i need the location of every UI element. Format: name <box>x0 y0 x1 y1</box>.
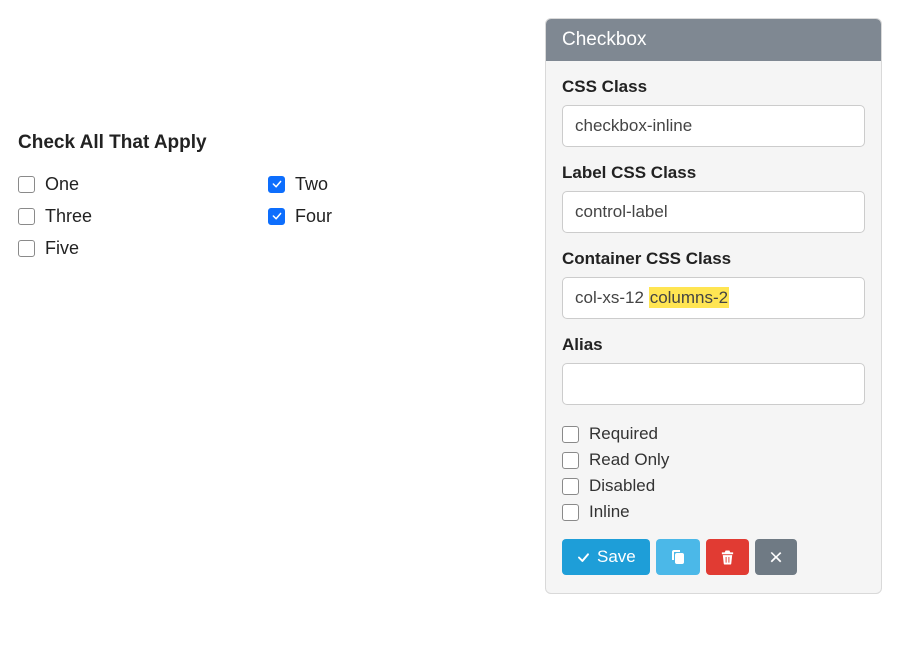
toggle-label: Disabled <box>589 476 655 496</box>
checkbox-icon <box>562 478 579 495</box>
toggle-disabled[interactable]: Disabled <box>562 473 865 499</box>
checkbox-icon <box>268 176 285 193</box>
option-five[interactable]: Five <box>18 238 268 259</box>
preview-options: One Two Three Four <box>18 168 518 264</box>
panel-title: Checkbox <box>546 19 881 61</box>
css-class-input[interactable] <box>562 105 865 147</box>
css-class-label: CSS Class <box>562 77 865 97</box>
close-icon <box>769 550 783 564</box>
toggle-label: Read Only <box>589 450 669 470</box>
container-css-class-input[interactable]: col-xs-12 columns-2 <box>562 277 865 319</box>
checkbox-icon <box>562 452 579 469</box>
toggle-read-only[interactable]: Read Only <box>562 447 865 473</box>
check-icon <box>576 550 591 565</box>
option-label: One <box>45 174 79 195</box>
container-css-class-highlight: columns-2 <box>649 287 729 308</box>
label-css-class-label: Label CSS Class <box>562 163 865 183</box>
toggle-label: Inline <box>589 502 630 522</box>
checkbox-icon <box>268 208 285 225</box>
checkbox-icon <box>18 176 35 193</box>
option-three[interactable]: Three <box>18 206 268 227</box>
copy-button[interactable] <box>656 539 700 575</box>
alias-label: Alias <box>562 335 865 355</box>
delete-button[interactable] <box>706 539 749 575</box>
option-one[interactable]: One <box>18 174 268 195</box>
checkbox-icon <box>562 426 579 443</box>
button-row: Save <box>562 539 865 575</box>
close-button[interactable] <box>755 539 797 575</box>
trash-icon <box>720 549 735 565</box>
option-label: Two <box>295 174 328 195</box>
container-css-class-label: Container CSS Class <box>562 249 865 269</box>
save-button[interactable]: Save <box>562 539 650 575</box>
toggle-list: Required Read Only Disabled Inline <box>562 421 865 525</box>
alias-input[interactable] <box>562 363 865 405</box>
container-css-class-prefix: col-xs-12 <box>575 288 649 307</box>
option-two[interactable]: Two <box>268 174 518 195</box>
option-four[interactable]: Four <box>268 206 518 227</box>
label-css-class-input[interactable] <box>562 191 865 233</box>
toggle-required[interactable]: Required <box>562 421 865 447</box>
toggle-label: Required <box>589 424 658 444</box>
checkbox-icon <box>562 504 579 521</box>
option-label: Three <box>45 206 92 227</box>
toggle-inline[interactable]: Inline <box>562 499 865 525</box>
copy-icon <box>670 549 686 565</box>
properties-panel: Checkbox CSS Class Label CSS Class Conta… <box>545 18 882 594</box>
preview-title: Check All That Apply <box>18 132 518 154</box>
checkbox-preview: Check All That Apply One Two Three <box>18 132 518 264</box>
checkbox-icon <box>18 208 35 225</box>
checkbox-icon <box>18 240 35 257</box>
option-label: Four <box>295 206 332 227</box>
option-label: Five <box>45 238 79 259</box>
save-button-label: Save <box>597 547 636 567</box>
